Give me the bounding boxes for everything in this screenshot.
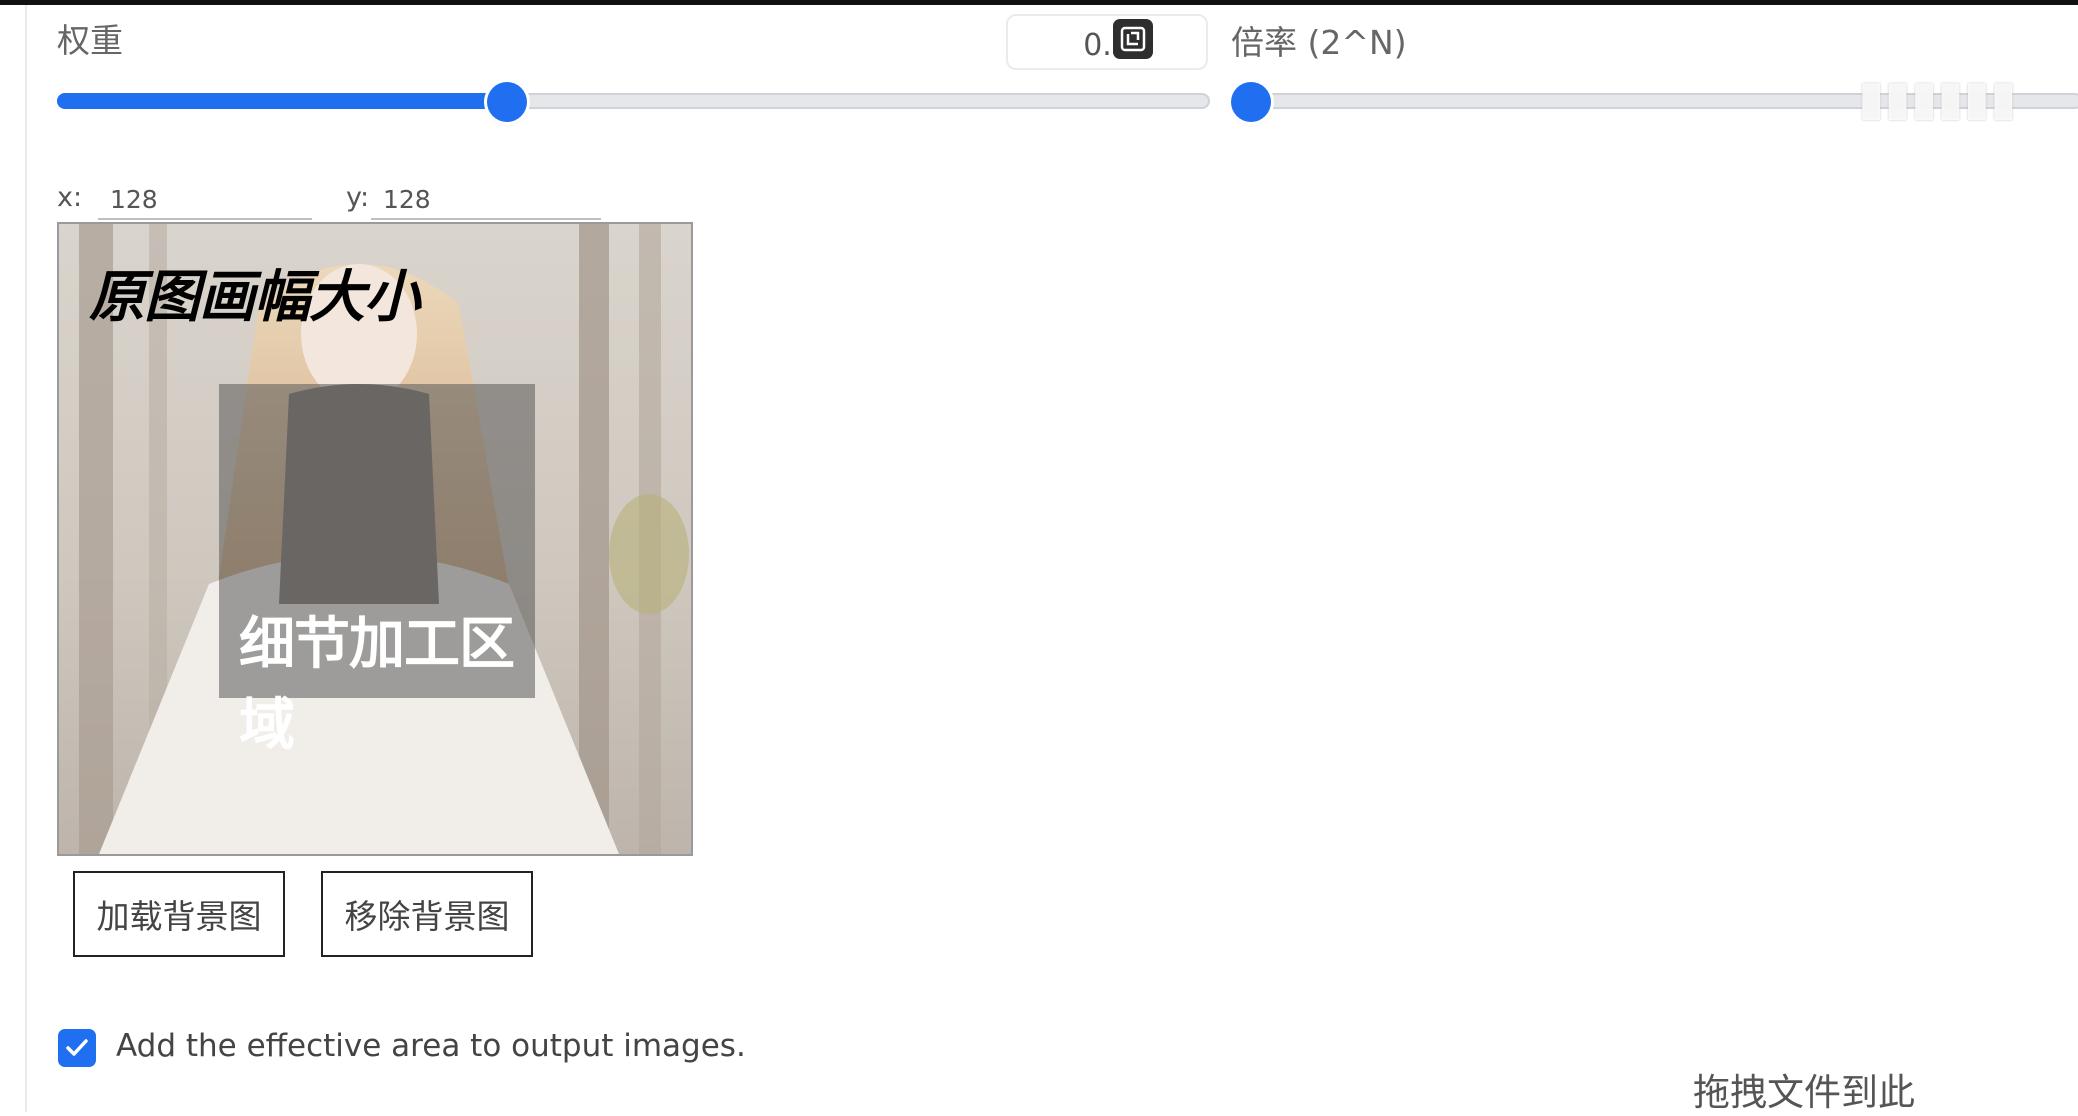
region-canvas[interactable]: 原图画幅大小 细节加工区域 — [57, 222, 693, 856]
scale-slider-thumb[interactable] — [1231, 82, 1271, 122]
weight-slider-thumb[interactable] — [486, 82, 527, 122]
scale-label: 倍率 (2^N) — [1231, 23, 1407, 62]
region-label: 细节加工区域 — [239, 612, 515, 758]
canvas-title: 原图画幅大小 — [89, 265, 420, 330]
y-label: y: — [346, 182, 370, 213]
reset-icon[interactable] — [1113, 19, 1153, 59]
weight-slider-fill — [57, 93, 515, 109]
weight-number-input[interactable]: 0.15 — [1006, 14, 1208, 70]
weight-slider[interactable] — [57, 93, 1210, 109]
x-input[interactable] — [98, 180, 312, 220]
load-background-button[interactable]: 加载背景图 — [73, 871, 285, 957]
checkmark-icon — [66, 1039, 88, 1056]
x-label: x: — [57, 182, 83, 213]
dropzone-label[interactable]: 拖拽文件到此 — [1693, 1062, 1915, 1116]
detail-region[interactable]: 细节加工区域 — [219, 384, 535, 758]
effective-area-label: Add the effective area to output images. — [116, 1028, 746, 1064]
top-border — [0, 0, 2078, 5]
effective-area-checkbox[interactable] — [58, 1029, 96, 1067]
panel-divider — [25, 5, 27, 1112]
weight-label: 权重 — [57, 21, 123, 60]
y-input[interactable] — [371, 180, 601, 220]
watermark: ▮▮▮▮▮▮ — [1858, 70, 2017, 126]
remove-background-button[interactable]: 移除背景图 — [321, 871, 533, 957]
